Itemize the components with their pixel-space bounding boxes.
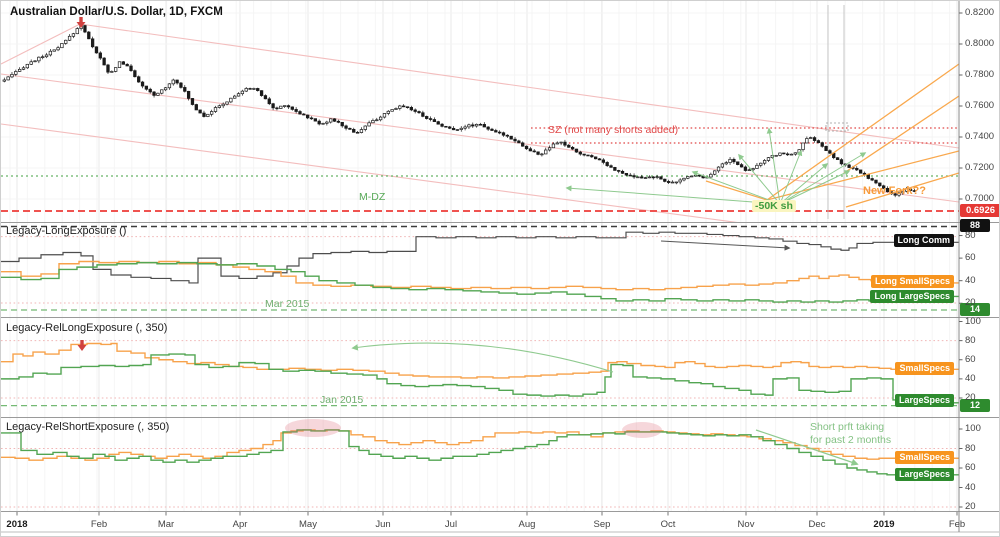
series-badge-long-largespecs: Long LargeSpecs xyxy=(870,290,954,303)
indicator-tick-label: 100 xyxy=(965,423,981,434)
time-axis-label: Dec xyxy=(808,519,826,530)
indicator-tick-label: 80 xyxy=(965,442,976,454)
indicator-tick-label: 40 xyxy=(965,372,976,384)
indicator-title-rel-long-exposure: Legacy-RelLongExposure (, 350) xyxy=(6,322,168,334)
indicator-tick-label: 40 xyxy=(965,481,976,493)
annotation-jan-2015: Jan 2015 xyxy=(320,394,364,406)
time-axis-label: Oct xyxy=(660,519,676,530)
indicator-tick-label: 40 xyxy=(965,274,976,286)
time-axis-label: 2019 xyxy=(873,519,895,530)
price-tick-label: 0.7400 xyxy=(965,131,995,142)
time-axis-label: May xyxy=(299,519,317,530)
indicator-tick-label: 100 xyxy=(965,315,981,327)
annotation-minus-50k: -50K sh xyxy=(752,200,796,212)
price-label-badge: 0.6926 xyxy=(960,204,999,217)
price-tick-label: 0.8200 xyxy=(965,7,995,18)
time-axis-label: 2018 xyxy=(6,519,28,530)
indicator-tick-label: 80 xyxy=(965,334,976,346)
series-badge-rel-long-largespecs: LargeSpecs xyxy=(894,394,954,407)
annotation-short-profit-line1: Short prft taking xyxy=(810,421,885,433)
time-axis-label: Mar xyxy=(157,519,175,530)
price-tick-label: 0.7800 xyxy=(965,69,995,80)
time-axis-label: Apr xyxy=(232,519,248,530)
series-badge-rel-long-smallspecs: SmallSpecs xyxy=(895,362,954,375)
time-axis-label: Feb xyxy=(948,519,966,530)
annotation-short-profit: Short prft taking for past 2 months xyxy=(810,421,891,446)
indicator-tick-label: 80 xyxy=(965,229,976,241)
series-badge-long-smallspecs: Long SmallSpecs xyxy=(870,275,954,288)
annotation-supply-zone: SZ (not many shorts added) xyxy=(548,124,679,136)
time-axis-label: Jun xyxy=(375,519,391,530)
time-axis-label: Feb xyxy=(90,519,108,530)
chart-canvas[interactable] xyxy=(1,1,1000,537)
symbol-title: Australian Dollar/U.S. Dollar, 1D, FXCM xyxy=(10,6,223,18)
indicator-tick-label: 60 xyxy=(965,462,976,473)
time-axis-label: Sep xyxy=(593,519,611,530)
indicator-tick-label: 20 xyxy=(965,392,976,403)
indicator-title-rel-short-exposure: Legacy-RelShortExposure (, 350) xyxy=(6,421,170,433)
annotation-demand-zone: M-DZ xyxy=(359,191,386,203)
time-axis-label: Nov xyxy=(737,519,755,530)
series-badge-long-comm: Long Comm xyxy=(893,234,954,247)
annotation-mar-2015: Mar 2015 xyxy=(265,298,310,310)
annotation-short-profit-line2: for past 2 months xyxy=(810,433,892,446)
price-tick-label: 0.8000 xyxy=(965,38,995,49)
series-badge-rel-short-smallspecs: SmallSpecs xyxy=(895,451,954,464)
price-tick-label: 0.7600 xyxy=(965,100,995,111)
indicator-tick-label: 20 xyxy=(965,297,976,309)
indicator-title-long-exposure: Legacy-LongExposure () xyxy=(6,225,127,237)
indicator-tick-label: 60 xyxy=(965,252,976,264)
time-axis-label: Jul xyxy=(444,519,458,530)
annotation-new-fork: New Fork?? xyxy=(863,185,926,197)
series-badge-rel-short-largespecs: LargeSpecs xyxy=(894,468,954,481)
chart-window: Australian Dollar/U.S. Dollar, 1D, FXCM … xyxy=(0,0,1000,537)
price-tick-label: 0.7000 xyxy=(965,193,995,204)
time-axis-label: Aug xyxy=(518,519,536,530)
indicator-tick-label: 60 xyxy=(965,353,976,365)
price-tick-label: 0.7200 xyxy=(965,162,995,173)
indicator-tick-label: 20 xyxy=(965,501,976,512)
